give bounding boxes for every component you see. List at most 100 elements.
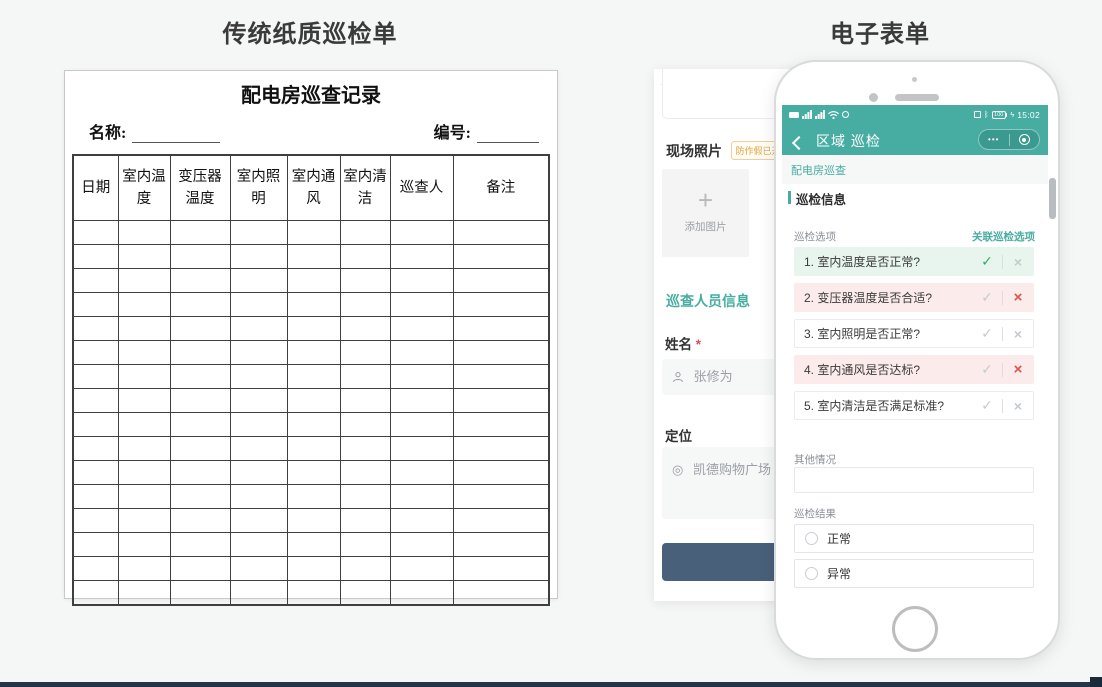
- result-option-label: 正常: [827, 530, 851, 547]
- front-camera-icon: [869, 93, 878, 102]
- radio-icon[interactable]: [805, 532, 818, 545]
- table-cell: [287, 437, 340, 461]
- table-cell: [73, 509, 118, 533]
- add-photo-button[interactable]: + 添加图片: [662, 169, 749, 257]
- cross-button[interactable]: ×: [1003, 361, 1033, 378]
- table-cell: [73, 581, 118, 606]
- phone-mockup: ᛒ 100 ϟ 15:02 区域 巡检 ••• 配电房: [774, 60, 1060, 660]
- table-cell: [118, 293, 170, 317]
- check-button[interactable]: ✓: [972, 397, 1002, 414]
- checklist-question: 4. 室内通风是否达标?: [795, 361, 972, 378]
- table-cell: [390, 533, 453, 557]
- table-row: [73, 413, 549, 437]
- volte-icon: [789, 112, 799, 118]
- result-option[interactable]: 异常: [794, 559, 1034, 588]
- checklist-item[interactable]: 5. 室内清洁是否满足标准?✓×: [794, 391, 1034, 420]
- table-cell: [340, 389, 390, 413]
- checklist-item[interactable]: 2. 变压器温度是否合适?✓×: [794, 283, 1034, 312]
- table-cell: [118, 245, 170, 269]
- link-related-options[interactable]: 关联巡检选项: [972, 229, 1035, 244]
- check-button[interactable]: ✓: [972, 289, 1002, 306]
- cross-button[interactable]: ×: [1003, 398, 1033, 414]
- person-icon: [672, 369, 684, 384]
- inspector-info-heading: 巡查人员信息: [666, 291, 750, 311]
- table-cell: [118, 509, 170, 533]
- checklist-item[interactable]: 1. 室内温度是否正常?✓×: [794, 247, 1034, 276]
- table-cell: [453, 485, 549, 509]
- result-option[interactable]: 正常: [794, 524, 1034, 553]
- table-cell: [390, 365, 453, 389]
- signal2-icon: [815, 110, 825, 119]
- table-cell: [118, 461, 170, 485]
- check-button[interactable]: ✓: [972, 325, 1002, 342]
- status-time: 15:02: [1017, 110, 1040, 120]
- table-cell: [287, 293, 340, 317]
- table-cell: [73, 317, 118, 341]
- cross-button[interactable]: ×: [1003, 326, 1033, 342]
- close-target-button[interactable]: [1010, 134, 1040, 145]
- table-cell: [170, 557, 230, 581]
- nav-back-button[interactable]: [794, 135, 804, 153]
- table-cell: [390, 485, 453, 509]
- table-header: 室内通风: [287, 155, 340, 221]
- paper-form: 配电房巡查记录 名称: 编号: 日期室内温度变压器温度室内照明室内通风室内清洁巡…: [64, 70, 558, 599]
- table-cell: [230, 293, 287, 317]
- table-cell: [170, 581, 230, 606]
- table-cell: [390, 509, 453, 533]
- table-cell: [170, 509, 230, 533]
- table-cell: [170, 269, 230, 293]
- paper-number-field: 编号:: [434, 119, 539, 143]
- table-cell: [340, 269, 390, 293]
- table-cell: [453, 365, 549, 389]
- table-cell: [230, 437, 287, 461]
- cross-button[interactable]: ×: [1003, 289, 1033, 306]
- required-asterisk: *: [696, 337, 701, 352]
- table-cell: [287, 341, 340, 365]
- table-cell: [340, 437, 390, 461]
- checklist-item[interactable]: 3. 室内照明是否正常?✓×: [794, 319, 1034, 348]
- table-cell: [230, 557, 287, 581]
- table-cell: [340, 461, 390, 485]
- table-cell: [118, 581, 170, 606]
- table-cell: [73, 557, 118, 581]
- result-label: 巡检结果: [794, 506, 836, 521]
- table-cell: [453, 221, 549, 245]
- table-cell: [118, 221, 170, 245]
- radio-icon[interactable]: [805, 567, 818, 580]
- table-cell: [230, 365, 287, 389]
- table-cell: [340, 317, 390, 341]
- speaker-slot: [895, 94, 939, 101]
- table-cell: [230, 269, 287, 293]
- check-button[interactable]: ✓: [972, 253, 1002, 270]
- cross-button[interactable]: ×: [1003, 254, 1033, 270]
- left-section-title: 传统纸质巡检单: [64, 14, 556, 49]
- table-cell: [73, 461, 118, 485]
- table-header: 室内温度: [118, 155, 170, 221]
- table-cell: [287, 389, 340, 413]
- table-cell: [118, 485, 170, 509]
- table-cell: [390, 437, 453, 461]
- table-cell: [390, 269, 453, 293]
- result-options: 正常异常: [794, 524, 1034, 594]
- table-cell: [340, 341, 390, 365]
- paper-name-label: 名称:: [89, 125, 126, 142]
- checklist-item[interactable]: 4. 室内通风是否达标?✓×: [794, 355, 1034, 384]
- menu-dots-button[interactable]: •••: [979, 135, 1009, 145]
- table-cell: [453, 437, 549, 461]
- other-situation-label: 其他情况: [794, 452, 836, 467]
- breadcrumb-link[interactable]: 配电房巡查: [791, 162, 846, 178]
- nav-title: 区域 巡检: [816, 131, 881, 151]
- table-row: [73, 293, 549, 317]
- nav-bar: 区域 巡检 •••: [782, 124, 1048, 155]
- other-situation-input[interactable]: [794, 467, 1034, 493]
- table-cell: [73, 365, 118, 389]
- paper-name-field: 名称:: [89, 119, 220, 143]
- table-cell: [340, 245, 390, 269]
- table-cell: [453, 533, 549, 557]
- check-button[interactable]: ✓: [972, 361, 1002, 378]
- table-cell: [340, 581, 390, 606]
- section-title: 巡检信息: [796, 189, 846, 208]
- table-cell: [170, 437, 230, 461]
- table-cell: [230, 461, 287, 485]
- table-cell: [340, 293, 390, 317]
